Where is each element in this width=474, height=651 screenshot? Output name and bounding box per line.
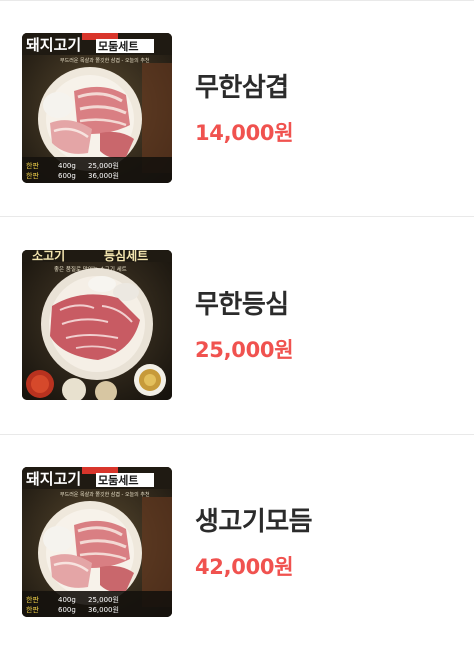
menu-item-photo[interactable]: 소고기 등심세트 좋은 품질로 맛있는 소고기 세트 [22,250,172,400]
photo-price-weight: 600g [58,172,76,180]
menu-item-1[interactable]: 돼지고기 모둠세트 부드러운 목살과 쫄깃한 삼겹 - 오늘의 추천 한판 40… [0,1,474,217]
pork-set-photo: 돼지고기 모둠세트 부드러운 목살과 쫄깃한 삼겹 - 오늘의 추천 한판 40… [22,467,172,617]
divider [0,216,474,217]
menu-item-price: 25,000원 [195,338,294,362]
photo-price-weight: 400g [58,596,76,604]
photo-title-main: 소고기 [32,250,65,263]
menu-list: 돼지고기 모둠세트 부드러운 목살과 쫄깃한 삼겹 - 오늘의 추천 한판 40… [0,0,474,636]
photo-caption: 부드러운 목살과 쫄깃한 삼겹 - 오늘의 추천 [60,491,150,498]
menu-item-2[interactable]: 소고기 등심세트 좋은 품질로 맛있는 소고기 세트 [0,218,474,434]
menu-item-price: 14,000원 [195,121,294,145]
photo-caption: 부드러운 목살과 쫄깃한 삼겹 - 오늘의 추천 [60,57,150,64]
menu-item-name: 무한등심 [195,290,289,320]
menu-item-photo[interactable]: 돼지고기 모둠세트 부드러운 목살과 쫄깃한 삼겹 - 오늘의 추천 한판 40… [22,467,172,617]
photo-title-main: 돼지고기 [26,36,81,54]
photo-price-label: 한판 [26,595,39,604]
photo-title-sub: 모둠세트 [98,473,138,487]
menu-item-name: 무한삼겹 [195,73,289,103]
photo-price-label: 한판 [26,161,39,170]
pork-set-photo: 돼지고기 모둠세트 부드러운 목살과 쫄깃한 삼겹 - 오늘의 추천 한판 40… [22,33,172,183]
photo-price-weight: 600g [58,606,76,614]
menu-item-photo[interactable]: 돼지고기 모둠세트 부드러운 목살과 쫄깃한 삼겹 - 오늘의 추천 한판 40… [22,33,172,183]
photo-price-value: 25,000원 [88,595,119,604]
photo-title-sub: 모둠세트 [98,39,138,53]
photo-price-weight: 400g [58,162,76,170]
beef-set-photo: 소고기 등심세트 좋은 품질로 맛있는 소고기 세트 [22,250,172,400]
menu-item-price: 42,000원 [195,555,294,579]
photo-price-label: 한판 [26,605,39,614]
photo-price-label: 한판 [26,171,39,180]
menu-item-name: 생고기모듬 [195,507,313,537]
photo-title-main: 돼지고기 [26,470,81,488]
photo-price-value: 36,000원 [88,171,119,180]
photo-title-sub: 등심세트 [104,250,148,263]
photo-price-value: 36,000원 [88,605,119,614]
photo-price-value: 25,000원 [88,161,119,170]
menu-item-3[interactable]: 돼지고기 모둠세트 부드러운 목살과 쫄깃한 삼겹 - 오늘의 추천 한판 40… [0,435,474,651]
